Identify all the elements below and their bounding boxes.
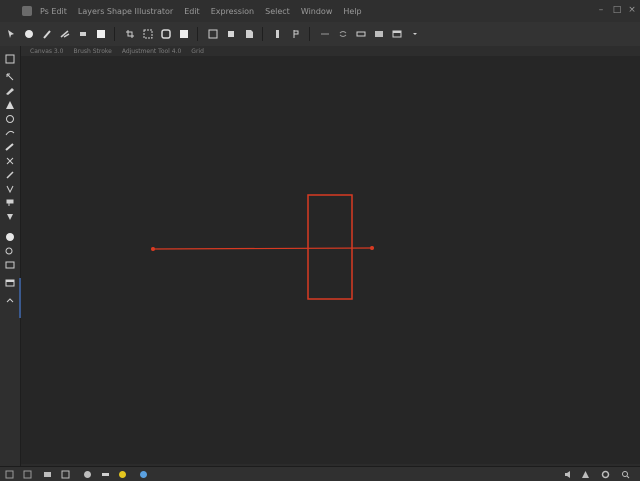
- mask-icon[interactable]: [60, 469, 70, 479]
- frame-icon[interactable]: [22, 469, 32, 479]
- light-icon[interactable]: [100, 469, 110, 479]
- zoom-icon[interactable]: [620, 469, 630, 479]
- document-tabs: Canvas 3.0 Brush Stroke Adjustment Tool …: [20, 46, 640, 56]
- menu-edit[interactable]: Edit: [184, 7, 200, 16]
- text-tool-icon[interactable]: [4, 246, 16, 256]
- status-bar: [0, 466, 640, 481]
- lasso-tool-icon[interactable]: [4, 128, 16, 138]
- title-bar: Ps Edit Layers Shape Illustrator Edit Ex…: [0, 0, 640, 22]
- rectangle-icon[interactable]: [94, 27, 108, 41]
- warning-icon[interactable]: [580, 469, 590, 479]
- sound-icon[interactable]: [563, 469, 573, 479]
- move-tool-icon[interactable]: [4, 72, 16, 82]
- app-icon: [22, 6, 32, 16]
- crop-tool-icon[interactable]: [4, 184, 16, 194]
- frame-tool-icon[interactable]: [4, 54, 16, 64]
- red-line-segment[interactable]: [152, 247, 373, 250]
- eraser-icon[interactable]: [76, 27, 90, 41]
- align-left-icon[interactable]: [271, 27, 285, 41]
- menu-help[interactable]: Help: [343, 7, 361, 16]
- menu-expression[interactable]: Expression: [211, 7, 254, 16]
- tools-sidebar: [0, 46, 21, 466]
- globe-icon[interactable]: [138, 469, 148, 479]
- close-icon[interactable]: ×: [627, 5, 637, 15]
- link-icon[interactable]: [354, 27, 368, 41]
- tab-canvas[interactable]: Canvas 3.0: [30, 48, 63, 55]
- frame-icon[interactable]: [206, 27, 220, 41]
- direction-icon[interactable]: [336, 27, 350, 41]
- clock-icon[interactable]: [117, 469, 127, 479]
- move-tool-icon[interactable]: [4, 27, 18, 41]
- drawing-canvas[interactable]: [21, 56, 640, 464]
- selection-icon[interactable]: [141, 27, 155, 41]
- layer-icon[interactable]: [224, 27, 238, 41]
- stamp-tool-icon[interactable]: [4, 198, 16, 208]
- fill-tool-icon[interactable]: [4, 114, 16, 124]
- pen-icon[interactable]: [40, 27, 54, 41]
- menu-layers[interactable]: Layers Shape Illustrator: [78, 7, 173, 16]
- pen-tool-icon[interactable]: [4, 100, 16, 110]
- toolbar-divider: [262, 27, 263, 41]
- fill-icon[interactable]: [177, 27, 191, 41]
- more-icon[interactable]: [408, 27, 422, 41]
- image-icon[interactable]: [42, 469, 52, 479]
- toolbar-divider: [197, 27, 198, 41]
- tab-adjustment-tool[interactable]: Adjustment Tool 4.0: [122, 48, 181, 55]
- layers-icon[interactable]: [4, 469, 14, 479]
- blend-icon[interactable]: [82, 469, 92, 479]
- menu-file[interactable]: Ps Edit: [40, 7, 67, 16]
- eyedropper-tool-icon[interactable]: [4, 170, 16, 180]
- marquee-icon[interactable]: [159, 27, 173, 41]
- toolbar-divider: [114, 27, 115, 41]
- brush-options-icon[interactable]: [58, 27, 72, 41]
- red-rectangle[interactable]: [307, 194, 353, 300]
- line-endpoint-left[interactable]: [151, 247, 155, 251]
- tab-grid[interactable]: Grid: [191, 48, 204, 55]
- options-toolbar: [0, 22, 640, 47]
- crop-icon[interactable]: [123, 27, 137, 41]
- ellipse-icon[interactable]: [22, 27, 36, 41]
- ellipse-tool-icon[interactable]: [4, 232, 16, 242]
- brush-tool-icon[interactable]: [4, 86, 16, 96]
- pen-2-icon[interactable]: [289, 27, 303, 41]
- toolbar-divider: [309, 27, 310, 41]
- menu-window[interactable]: Window: [301, 7, 333, 16]
- brush-2-tool-icon[interactable]: [4, 142, 16, 152]
- minimize-icon[interactable]: –: [596, 5, 606, 15]
- collapse-tool-icon[interactable]: [4, 296, 16, 306]
- doc-icon[interactable]: [242, 27, 256, 41]
- shape-tool-icon[interactable]: [4, 212, 16, 222]
- tab-brush-stroke[interactable]: Brush Stroke: [73, 48, 111, 55]
- transform-icon[interactable]: [318, 27, 332, 41]
- line-endpoint-right[interactable]: [370, 246, 374, 250]
- settings-icon[interactable]: [600, 469, 610, 479]
- window-tool-icon[interactable]: [4, 278, 16, 288]
- layer-tool-icon[interactable]: [4, 260, 16, 270]
- canvas-drawing: [151, 194, 374, 300]
- panel-toggle-icon[interactable]: [372, 27, 386, 41]
- maximize-icon[interactable]: □: [612, 5, 622, 15]
- panel-a-icon[interactable]: [390, 27, 404, 41]
- cut-tool-icon[interactable]: [4, 156, 16, 166]
- menu-select[interactable]: Select: [265, 7, 290, 16]
